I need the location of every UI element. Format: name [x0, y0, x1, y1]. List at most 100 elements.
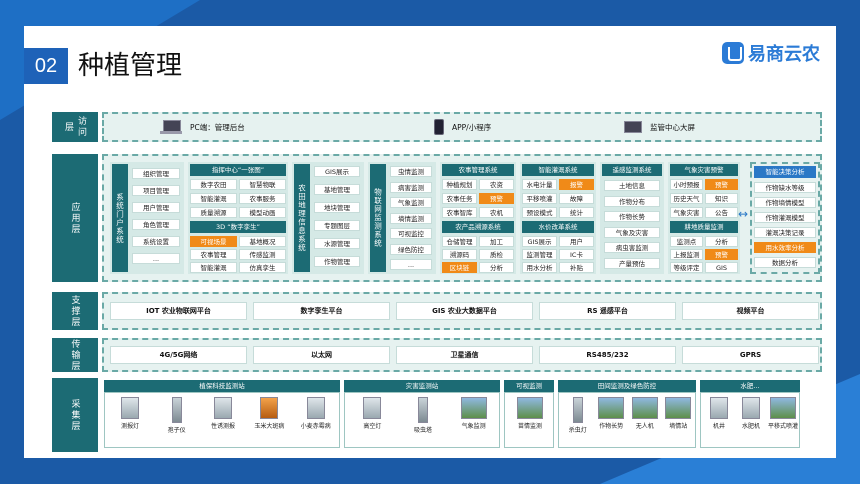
slide-title: 种植管理 — [78, 51, 183, 81]
farm-item2: 溯源码 — [442, 249, 477, 260]
device-image — [742, 397, 760, 419]
irrigation-item2: 用户 — [559, 236, 594, 247]
gis-item: 专题图层 — [314, 220, 360, 231]
device: 气象监测 — [459, 393, 489, 430]
disaster-item: 气象灾害 — [670, 207, 703, 218]
access-item: PC端：管理后台 — [160, 114, 245, 140]
decision-item: 数据分析 — [754, 257, 816, 268]
device: 性诱测报 — [208, 393, 238, 430]
collection-group-box: 苗情监测 — [504, 392, 554, 448]
farm-item: 农事智库 — [442, 207, 477, 218]
device-image — [214, 397, 232, 419]
device-label: 杀虫灯 — [568, 427, 587, 434]
iot-item: 气象监测 — [390, 197, 432, 208]
slide-number: 02 — [24, 48, 68, 84]
support-platform: 数字孪生平台 — [253, 302, 390, 320]
farm-item2: 质检 — [479, 249, 514, 260]
iot-item: 绿色防控 — [390, 243, 432, 255]
twin-item: 可视场景 — [190, 236, 237, 247]
device-label: 吸虫塔 — [413, 427, 432, 434]
gis-item: GIS展示 — [314, 166, 360, 177]
transport-network: GPRS — [682, 346, 819, 364]
command-header: 指挥中心“一张图” — [190, 164, 286, 176]
device-label: 孢子仪 — [167, 427, 186, 434]
device-label: 玉米大斑病 — [254, 423, 285, 430]
collection-group: 田间监测及绿色防控 杀虫灯 作物长势 无人机 墒情站 — [558, 380, 696, 450]
command-item: 农事服务 — [239, 193, 286, 204]
collection-group: 水肥... 机井 水肥机 平移式喷灌 — [700, 380, 800, 450]
collection-group: 可视监测 苗情监测 — [504, 380, 554, 450]
collection-group-title: 可视监测 — [504, 380, 554, 392]
iot-item: 虫情监测 — [390, 166, 432, 177]
access-item: 监管中心大屏 — [624, 114, 695, 140]
device-label: 气象监测 — [461, 423, 486, 430]
logo-icon — [722, 42, 744, 64]
transport-layer-body: 4G/5G网络 以太网 卫星通信 RS485/232 GPRS — [102, 338, 822, 372]
farm-item2: 分析 — [479, 262, 514, 273]
device-image — [598, 397, 625, 419]
transport-network: 卫星通信 — [396, 346, 533, 364]
collection-group-box: 测报灯孢子仪 性诱测报 玉米大斑病 小麦赤霉病 — [104, 392, 340, 448]
farm-item: 农事任务 — [442, 193, 477, 204]
device-label: 测报灯 — [121, 423, 140, 430]
device: 高空灯 — [357, 393, 387, 430]
device-image — [665, 397, 692, 419]
irrigation-item2: 监测管理 — [522, 249, 557, 260]
device: 无人机 — [630, 393, 660, 430]
remote-item: 作物分布 — [604, 195, 660, 207]
device: 小麦赤霉病 — [301, 393, 331, 430]
portal-item: 组织管理 — [132, 168, 180, 179]
irrigation-item: 平移喷灌 — [522, 193, 557, 204]
command-item: 模型动画 — [239, 207, 286, 218]
remote-item: 土地信息 — [604, 180, 660, 191]
decision-item: 用水效率分析 — [754, 242, 816, 253]
command-item: 质量溯源 — [190, 207, 237, 218]
device-label: 平移式喷灌 — [768, 423, 799, 430]
iot-item: 病害监测 — [390, 181, 432, 193]
support-platform: 视频平台 — [682, 302, 819, 320]
irrigation-item2: 补贴 — [559, 262, 594, 273]
application-layer-body: 系统门户系统 组织管理 项目管理 用户管理 角色管理 系统设置... 指挥中心“一张图” 数字… — [102, 154, 822, 282]
logo: 易商云农 — [722, 40, 820, 66]
iot-title: 物联网监测系统 — [370, 164, 386, 272]
screen-icon — [624, 121, 642, 133]
phone-icon — [434, 119, 444, 135]
gis-title: 农田地理信息系统 — [294, 164, 310, 272]
disaster-item: 历史天气 — [670, 193, 703, 204]
collection-group-box: 机井 水肥机 平移式喷灌 — [700, 392, 800, 448]
iot-item: ... — [390, 259, 432, 270]
transport-network: 以太网 — [253, 346, 390, 364]
device-label: 性诱测报 — [210, 423, 235, 430]
twin-item: 智能灌溉 — [190, 262, 237, 273]
support-layer: 支撑层 IOT 农业物联网平台 数字孪生平台 GIS 农业大数据平台 RS 遥感平台视… — [52, 292, 822, 330]
device-image — [363, 397, 382, 419]
portal-title: 系统门户系统 — [112, 164, 128, 272]
farm-header2: 农产品溯源系统 — [442, 221, 514, 233]
irrigation-item2: IC卡 — [559, 249, 594, 260]
farm-item2: 加工 — [479, 236, 514, 247]
device-image — [631, 397, 658, 419]
access-layer-body: PC端：管理后台 APP/小程序 监管中心大屏 — [102, 112, 822, 142]
farm-item: 种植规划 — [442, 179, 477, 190]
disaster-item: 公告 — [705, 207, 738, 218]
collection-group-box: 高空灯吸虫塔 气象监测 — [344, 392, 500, 448]
collection-group-box: 杀虫灯 作物长势 无人机 墒情站 — [558, 392, 696, 448]
device: 机井 — [704, 393, 734, 430]
device: 平移式喷灌 — [768, 393, 798, 430]
farm-item2: 仓储管理 — [442, 236, 477, 247]
irrigation-item: 报警 — [559, 179, 594, 190]
device-image — [171, 397, 182, 423]
gis-item: 水源管理 — [314, 238, 360, 249]
disaster-item2: 监测点 — [670, 236, 703, 247]
remote-item: 气象及灾害 — [604, 226, 660, 238]
disaster-item: 小时预报 — [670, 179, 703, 190]
device: 玉米大斑病 — [254, 393, 284, 430]
device-label: 无人机 — [635, 423, 654, 430]
disaster-item2: 上报监测 — [670, 249, 703, 260]
slide: 02 种植管理 易商云农 访问层 PC端：管理后台 APP/小程序 监管中心大屏… — [24, 26, 836, 458]
disaster-item2: 等级评定 — [670, 262, 703, 273]
collection-group: 植保科技监测站 测报灯 孢子仪 性诱测报 玉米大斑病 小麦赤霉病 — [104, 380, 340, 450]
support-platform: IOT 农业物联网平台 — [110, 302, 247, 320]
gis-item: 基地管理 — [314, 184, 360, 195]
laptop-icon — [160, 120, 182, 134]
